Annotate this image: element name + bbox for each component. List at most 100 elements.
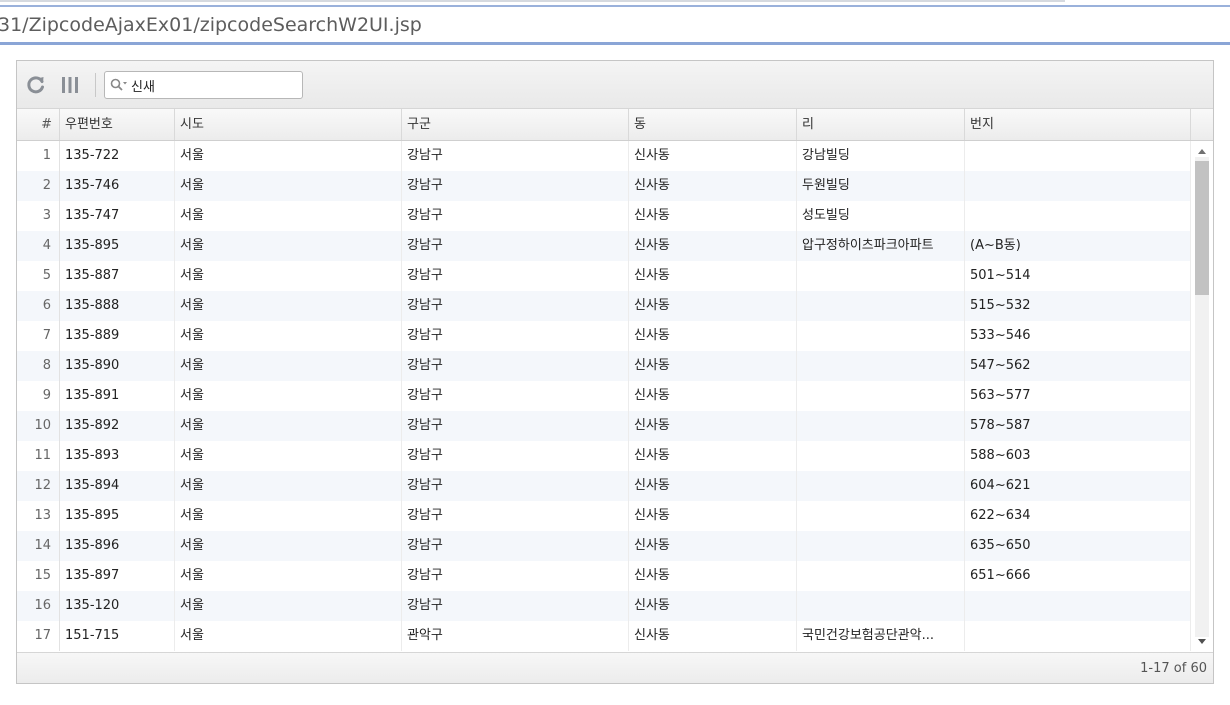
cell-sido: 서울 xyxy=(175,201,402,231)
table-row[interactable]: 15 135-897 서울 강남구 신사동 651~666 xyxy=(17,561,1191,591)
table-row[interactable]: 5 135-887 서울 강남구 신사동 501~514 xyxy=(17,261,1191,291)
search-input[interactable] xyxy=(131,75,296,95)
search-icon[interactable] xyxy=(110,78,128,92)
cell-sido: 서울 xyxy=(175,141,402,171)
cell-ri xyxy=(797,561,965,591)
cell-zipcode: 135-722 xyxy=(60,141,175,171)
grid-body: 1 135-722 서울 강남구 신사동 강남빌딩 2 135-746 서울 강… xyxy=(17,141,1191,652)
row-number: 8 xyxy=(17,351,60,381)
cell-bunji: 588~603 xyxy=(965,441,1191,471)
columns-icon xyxy=(62,77,78,93)
cell-gugun: 강남구 xyxy=(402,501,629,531)
cell-zipcode: 135-897 xyxy=(60,561,175,591)
table-row[interactable]: 17 151-715 서울 관악구 신사동 국민건강보험공단관악... xyxy=(17,621,1191,651)
cell-zipcode: 135-892 xyxy=(60,411,175,441)
scroll-up-icon[interactable] xyxy=(1197,147,1207,155)
cell-bunji: 533~546 xyxy=(965,321,1191,351)
table-row[interactable]: 2 135-746 서울 강남구 신사동 두원빌딩 xyxy=(17,171,1191,201)
cell-gugun: 강남구 xyxy=(402,351,629,381)
column-header-bunji[interactable]: 번지 xyxy=(965,109,1191,140)
cell-gugun: 강남구 xyxy=(402,261,629,291)
table-row[interactable]: 13 135-895 서울 강남구 신사동 622~634 xyxy=(17,501,1191,531)
cell-bunji xyxy=(965,141,1191,171)
cell-ri: 두원빌딩 xyxy=(797,171,965,201)
vertical-scrollbar[interactable] xyxy=(1191,141,1213,652)
cell-zipcode: 135-889 xyxy=(60,321,175,351)
cell-dong: 신사동 xyxy=(629,501,797,531)
browser-url-bar[interactable]: 31/ZipcodeAjaxEx01/zipcodeSearchW2UI.jsp xyxy=(0,0,1230,46)
table-row[interactable]: 6 135-888 서울 강남구 신사동 515~532 xyxy=(17,291,1191,321)
cell-dong: 신사동 xyxy=(629,351,797,381)
column-header-sido[interactable]: 시도 xyxy=(175,109,402,140)
cell-zipcode: 135-893 xyxy=(60,441,175,471)
search-box[interactable] xyxy=(104,71,303,99)
column-header-ri[interactable]: 리 xyxy=(797,109,965,140)
table-row[interactable]: 10 135-892 서울 강남구 신사동 578~587 xyxy=(17,411,1191,441)
cell-bunji: 622~634 xyxy=(965,501,1191,531)
cell-dong: 신사동 xyxy=(629,381,797,411)
table-row[interactable]: 7 135-889 서울 강남구 신사동 533~546 xyxy=(17,321,1191,351)
cell-zipcode: 135-895 xyxy=(60,501,175,531)
cell-sido: 서울 xyxy=(175,291,402,321)
cell-dong: 신사동 xyxy=(629,261,797,291)
cell-gugun: 강남구 xyxy=(402,231,629,261)
table-row[interactable]: 14 135-896 서울 강남구 신사동 635~650 xyxy=(17,531,1191,561)
cell-gugun: 강남구 xyxy=(402,561,629,591)
cell-ri: 강남빌딩 xyxy=(797,141,965,171)
cell-zipcode: 135-746 xyxy=(60,171,175,201)
cell-gugun: 강남구 xyxy=(402,291,629,321)
cell-gugun: 강남구 xyxy=(402,201,629,231)
reload-button[interactable] xyxy=(24,73,48,97)
cell-dong: 신사동 xyxy=(629,561,797,591)
table-row[interactable]: 11 135-893 서울 강남구 신사동 588~603 xyxy=(17,441,1191,471)
cell-ri: 성도빌딩 xyxy=(797,201,965,231)
scroll-thumb[interactable] xyxy=(1195,161,1209,295)
cell-dong: 신사동 xyxy=(629,291,797,321)
column-header-zipcode[interactable]: 우편번호 xyxy=(60,109,175,140)
column-header-number[interactable]: # xyxy=(17,109,60,140)
column-header-dong[interactable]: 동 xyxy=(629,109,797,140)
cell-bunji: 563~577 xyxy=(965,381,1191,411)
toolbar-separator xyxy=(95,73,96,97)
table-row[interactable]: 12 135-894 서울 강남구 신사동 604~621 xyxy=(17,471,1191,501)
cell-ri xyxy=(797,441,965,471)
row-number: 10 xyxy=(17,411,60,441)
cell-dong: 신사동 xyxy=(629,321,797,351)
cell-zipcode: 135-120 xyxy=(60,591,175,621)
url-bar-border-top xyxy=(0,5,1230,7)
cell-gugun: 강남구 xyxy=(402,591,629,621)
cell-sido: 서울 xyxy=(175,321,402,351)
row-number: 17 xyxy=(17,621,60,651)
cell-gugun: 관악구 xyxy=(402,621,629,651)
cell-bunji: 501~514 xyxy=(965,261,1191,291)
table-row[interactable]: 8 135-890 서울 강남구 신사동 547~562 xyxy=(17,351,1191,381)
cell-dong: 신사동 xyxy=(629,141,797,171)
cell-sido: 서울 xyxy=(175,471,402,501)
column-header-gugun[interactable]: 구군 xyxy=(402,109,629,140)
url-text[interactable]: 31/ZipcodeAjaxEx01/zipcodeSearchW2UI.jsp xyxy=(0,14,422,36)
scroll-down-icon[interactable] xyxy=(1197,638,1207,646)
cell-zipcode: 135-888 xyxy=(60,291,175,321)
table-row[interactable]: 9 135-891 서울 강남구 신사동 563~577 xyxy=(17,381,1191,411)
cell-ri xyxy=(797,411,965,441)
cell-ri xyxy=(797,261,965,291)
url-bar-border-bottom xyxy=(0,42,1230,45)
table-row[interactable]: 1 135-722 서울 강남구 신사동 강남빌딩 xyxy=(17,141,1191,171)
cell-ri xyxy=(797,291,965,321)
url-bar-top-border xyxy=(0,0,1065,2)
cell-ri xyxy=(797,381,965,411)
cell-ri xyxy=(797,531,965,561)
columns-button[interactable] xyxy=(58,73,82,97)
table-row[interactable]: 3 135-747 서울 강남구 신사동 성도빌딩 xyxy=(17,201,1191,231)
cell-dong: 신사동 xyxy=(629,231,797,261)
cell-ri xyxy=(797,471,965,501)
cell-ri xyxy=(797,321,965,351)
cell-ri xyxy=(797,501,965,531)
table-row[interactable]: 16 135-120 서울 강남구 신사동 xyxy=(17,591,1191,621)
cell-gugun: 강남구 xyxy=(402,381,629,411)
cell-gugun: 강남구 xyxy=(402,141,629,171)
cell-dong: 신사동 xyxy=(629,471,797,501)
cell-ri xyxy=(797,351,965,381)
row-number: 16 xyxy=(17,591,60,621)
table-row[interactable]: 4 135-895 서울 강남구 신사동 압구정하이츠파크아파트 (A~B동) xyxy=(17,231,1191,261)
